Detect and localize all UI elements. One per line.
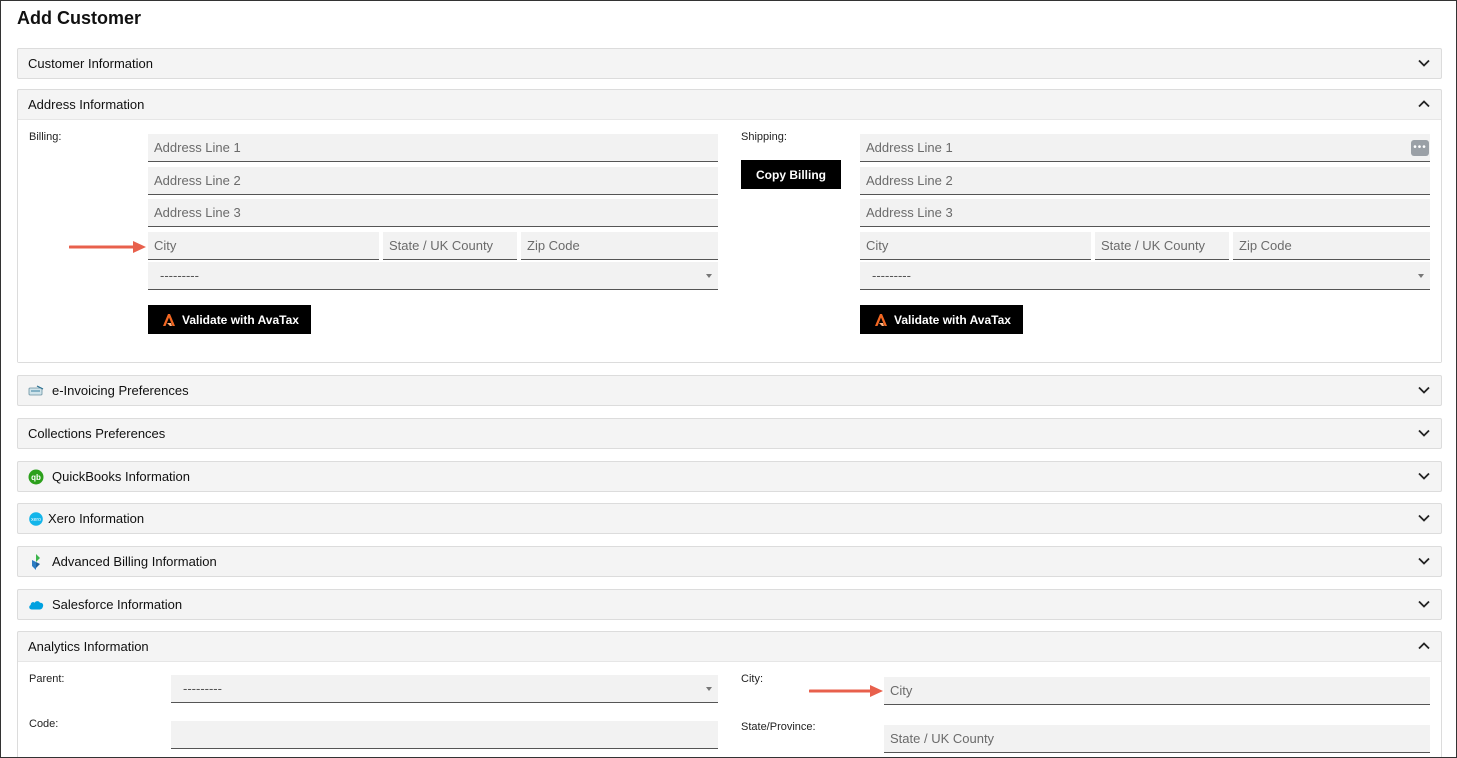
parent-select[interactable]: --------- <box>171 675 718 703</box>
einvoicing-title: e-Invoicing Preferences <box>52 383 189 398</box>
billing-validate-label: Validate with AvaTax <box>182 312 299 327</box>
chevron-up-icon[interactable] <box>1417 639 1431 653</box>
chevron-down-icon[interactable] <box>1417 511 1431 525</box>
shipping-address-line1-input[interactable]: Address Line 1 <box>860 134 1430 162</box>
billing-state-input[interactable]: State / UK County <box>383 232 517 260</box>
chevron-down-icon[interactable] <box>1417 597 1431 611</box>
customer-information-header[interactable]: Customer Information <box>18 49 1441 78</box>
address-information-title: Address Information <box>28 97 145 112</box>
customer-information-panel[interactable]: Customer Information <box>17 48 1442 79</box>
annotation-arrow-icon <box>809 685 883 697</box>
chevron-down-icon[interactable] <box>1417 426 1431 440</box>
avatax-logo-icon <box>875 313 887 326</box>
chevron-down-icon[interactable] <box>1417 56 1431 70</box>
code-input[interactable] <box>171 721 718 749</box>
chevron-down-icon[interactable] <box>1417 383 1431 397</box>
shipping-country-select[interactable]: --------- <box>860 262 1430 290</box>
shipping-address-line2-input[interactable]: Address Line 2 <box>860 167 1430 195</box>
billing-address-line2-input[interactable]: Address Line 2 <box>148 167 718 195</box>
analytics-city-label: City: <box>741 673 763 685</box>
code-label: Code: <box>29 718 59 730</box>
advanced-billing-header[interactable]: Advanced Billing Information <box>18 547 1441 576</box>
analytics-information-title: Analytics Information <box>28 639 149 654</box>
quickbooks-title: QuickBooks Information <box>52 469 191 484</box>
billing-validate-avatax-button[interactable]: Validate with AvaTax <box>148 305 311 334</box>
shipping-label: Shipping: <box>741 131 787 143</box>
xero-logo-icon: xero <box>28 511 44 527</box>
collections-title: Collections Preferences <box>28 426 166 441</box>
billing-city-input[interactable]: City <box>148 232 379 260</box>
collections-header[interactable]: Collections Preferences <box>18 419 1441 448</box>
xero-panel[interactable]: xero Xero Information <box>17 503 1442 534</box>
shipping-country-value: --------- <box>872 268 911 283</box>
billing-label: Billing: <box>29 131 62 143</box>
chevron-up-icon[interactable] <box>1417 97 1431 111</box>
chevron-down-icon[interactable] <box>1417 554 1431 568</box>
avatax-logo-icon <box>163 313 175 326</box>
billing-country-value: --------- <box>160 268 199 283</box>
shipping-validate-avatax-button[interactable]: Validate with AvaTax <box>860 305 1023 334</box>
add-customer-window: Add Customer Customer Information Addres… <box>0 0 1457 758</box>
annotation-arrow-icon <box>69 241 146 253</box>
svg-text:xero: xero <box>31 517 41 523</box>
quickbooks-panel[interactable]: qb QuickBooks Information <box>17 461 1442 492</box>
salesforce-panel[interactable]: Salesforce Information <box>17 589 1442 620</box>
address-information-header[interactable]: Address Information <box>18 90 1441 119</box>
einvoice-icon <box>28 383 44 399</box>
billing-zip-input[interactable]: Zip Code <box>521 232 718 260</box>
billing-address-line1-input[interactable]: Address Line 1 <box>148 134 718 162</box>
analytics-information-header[interactable]: Analytics Information <box>18 632 1441 661</box>
analytics-state-label: State/Province: <box>741 721 816 733</box>
shipping-city-input[interactable]: City <box>860 232 1091 260</box>
chevron-down-icon[interactable] <box>1417 469 1431 483</box>
xero-title: Xero Information <box>48 511 145 526</box>
salesforce-title: Salesforce Information <box>52 597 183 612</box>
quickbooks-header[interactable]: qb QuickBooks Information <box>18 462 1441 491</box>
analytics-city-input[interactable]: City <box>884 677 1430 705</box>
collections-panel[interactable]: Collections Preferences <box>17 418 1442 449</box>
advanced-billing-panel[interactable]: Advanced Billing Information <box>17 546 1442 577</box>
shipping-address-line3-input[interactable]: Address Line 3 <box>860 199 1430 227</box>
parent-label: Parent: <box>29 673 65 685</box>
dropdown-caret-icon <box>706 687 712 691</box>
advanced-billing-logo-icon <box>28 553 44 570</box>
more-options-icon[interactable]: ••• <box>1411 140 1429 156</box>
quickbooks-logo-icon: qb <box>28 469 44 485</box>
salesforce-logo-icon <box>28 597 44 613</box>
xero-header[interactable]: xero Xero Information <box>18 504 1441 533</box>
shipping-zip-input[interactable]: Zip Code <box>1233 232 1430 260</box>
analytics-state-input[interactable]: State / UK County <box>884 725 1430 753</box>
billing-country-select[interactable]: --------- <box>148 262 718 290</box>
shipping-validate-label: Validate with AvaTax <box>894 312 1011 327</box>
copy-billing-button[interactable]: Copy Billing <box>741 160 841 189</box>
customer-information-title: Customer Information <box>28 56 153 71</box>
salesforce-header[interactable]: Salesforce Information <box>18 590 1441 619</box>
billing-address-line3-input[interactable]: Address Line 3 <box>148 199 718 227</box>
shipping-state-input[interactable]: State / UK County <box>1095 232 1229 260</box>
svg-text:qb: qb <box>31 473 41 482</box>
dropdown-caret-icon <box>706 274 712 278</box>
einvoicing-panel[interactable]: e-Invoicing Preferences <box>17 375 1442 406</box>
page-title: Add Customer <box>17 8 142 28</box>
parent-select-value: --------- <box>183 681 222 696</box>
advanced-billing-title: Advanced Billing Information <box>52 554 217 569</box>
dropdown-caret-icon <box>1418 274 1424 278</box>
einvoicing-header[interactable]: e-Invoicing Preferences <box>18 376 1441 405</box>
